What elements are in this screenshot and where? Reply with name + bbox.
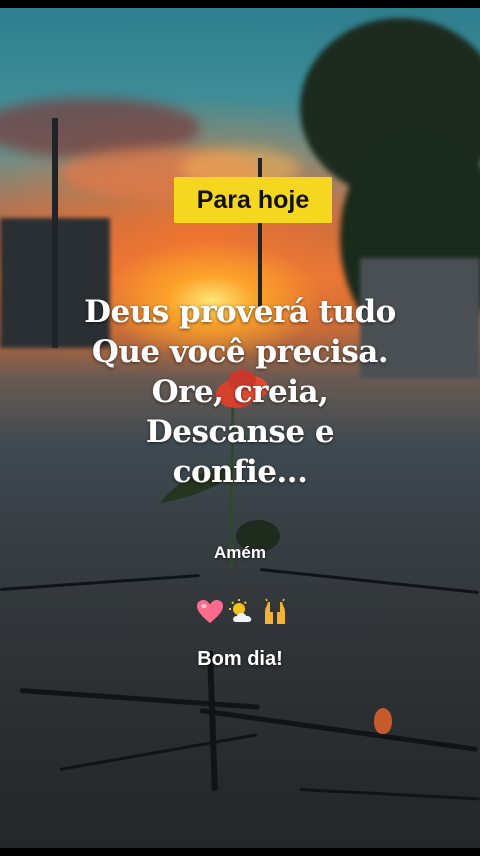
story-frame: Para hoje Deus proverá tudo Que você pre… <box>0 0 480 856</box>
emoji-row <box>196 596 292 628</box>
heart-icon <box>197 600 223 623</box>
tag-label: Para hoje <box>196 185 310 214</box>
message-line: Ore, creia, <box>151 374 329 410</box>
para-hoje-tag: Para hoje <box>174 177 332 223</box>
message-line: Deus proverá tudo <box>84 294 396 330</box>
message-line: Descanse e <box>145 414 335 450</box>
bottom-letterbox <box>0 848 480 856</box>
top-letterbox <box>0 0 480 8</box>
message-line: confie... <box>172 454 308 490</box>
message-text: Deus proverá tudo Que você precisa. Ore,… <box>40 292 440 492</box>
sun-behind-cloud-icon <box>229 599 252 622</box>
message-line: Que você precisa. <box>91 334 389 370</box>
raising-hands-icon <box>265 598 285 624</box>
amen-text: Amém <box>214 543 266 562</box>
greeting-text: Bom dia! <box>197 648 283 670</box>
small-bud <box>374 708 392 734</box>
